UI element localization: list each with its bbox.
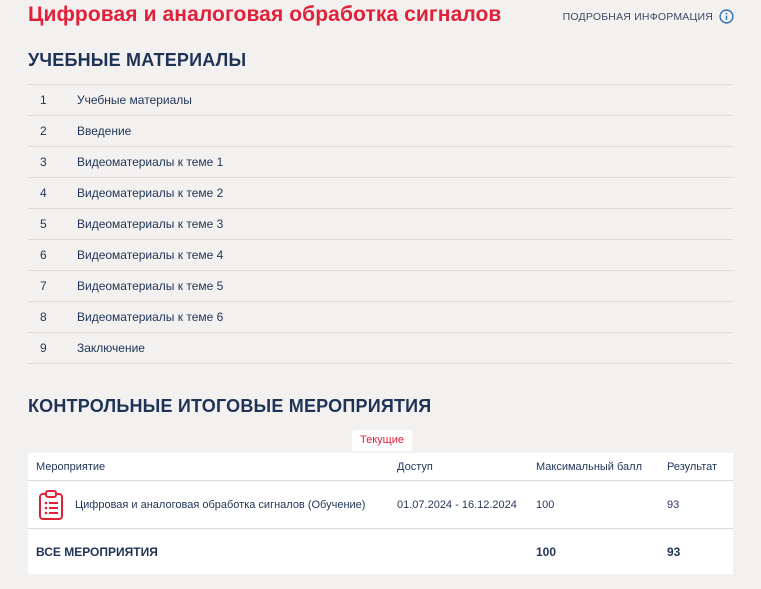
list-item: 8 Видеоматериалы к теме 6: [28, 302, 733, 333]
list-item: 4 Видеоматериалы к теме 2: [28, 178, 733, 209]
material-link[interactable]: Видеоматериалы к теме 5: [77, 279, 223, 293]
page-bottom: [28, 574, 733, 589]
totals-label: ВСЕ МЕРОПРИЯТИЯ: [36, 544, 158, 559]
totals-max-score: 100: [536, 544, 557, 559]
column-header-result: Результат: [667, 460, 718, 473]
material-link[interactable]: Заключение: [77, 341, 145, 355]
item-number: 1: [40, 93, 47, 107]
item-number: 3: [40, 155, 47, 169]
list-item: 7 Видеоматериалы к теме 5: [28, 271, 733, 302]
item-number: 9: [40, 341, 47, 355]
max-score: 100: [536, 498, 555, 511]
item-number: 6: [40, 248, 47, 262]
material-link[interactable]: Введение: [77, 124, 131, 138]
item-number: 2: [40, 124, 47, 138]
events-table: Мероприятие Доступ Максимальный балл Рез…: [28, 453, 733, 574]
table-header: Мероприятие Доступ Максимальный балл Рез…: [28, 453, 733, 481]
tab-current[interactable]: Текущие: [352, 430, 412, 451]
material-link[interactable]: Учебные материалы: [77, 93, 192, 107]
events-section-title: КОНТРОЛЬНЫЕ ИТОГОВЫЕ МЕРОПРИЯТИЯ: [28, 396, 432, 416]
result: 93: [667, 498, 680, 511]
list-item: 9 Заключение: [28, 333, 733, 364]
column-header-max-score: Максимальный балл: [536, 460, 642, 473]
list-item: 3 Видеоматериалы к теме 1: [28, 147, 733, 178]
list-item: 6 Видеоматериалы к теме 4: [28, 240, 733, 271]
item-number: 7: [40, 279, 47, 293]
info-circle-icon: [719, 9, 734, 24]
event-cell: Цифровая и аналоговая обработка сигналов…: [28, 489, 397, 520]
event-link[interactable]: Цифровая и аналоговая обработка сигналов…: [75, 499, 365, 511]
list-item: 1 Учебные материалы: [28, 85, 733, 116]
more-info-link[interactable]: ПОДРОБНАЯ ИНФОРМАЦИЯ: [563, 9, 734, 24]
list-item: 5 Видеоматериалы к теме 3: [28, 209, 733, 240]
column-header-access: Доступ: [397, 460, 433, 473]
column-header-event: Мероприятие: [36, 460, 106, 473]
material-link[interactable]: Видеоматериалы к теме 1: [77, 155, 223, 169]
materials-section-title: УЧЕБНЫЕ МАТЕРИАЛЫ: [28, 50, 247, 70]
totals-result: 93: [667, 544, 681, 559]
material-link[interactable]: Видеоматериалы к теме 4: [77, 248, 223, 262]
page-title: Цифровая и аналоговая обработка сигналов: [28, 3, 502, 26]
material-link[interactable]: Видеоматериалы к теме 3: [77, 217, 223, 231]
list-item: 2 Введение: [28, 116, 733, 147]
item-number: 5: [40, 217, 47, 231]
totals-row: ВСЕ МЕРОПРИЯТИЯ 100 93: [28, 529, 733, 574]
table-row: Цифровая и аналоговая обработка сигналов…: [28, 481, 733, 529]
materials-list: 1 Учебные материалы 2 Введение 3 Видеома…: [28, 84, 733, 364]
clipboard-checklist-icon: [39, 489, 63, 520]
item-number: 4: [40, 186, 47, 200]
material-link[interactable]: Видеоматериалы к теме 2: [77, 186, 223, 200]
access-dates: 01.07.2024 - 16.12.2024: [397, 498, 517, 511]
item-number: 8: [40, 310, 47, 324]
more-info-label: ПОДРОБНАЯ ИНФОРМАЦИЯ: [562, 10, 713, 23]
material-link[interactable]: Видеоматериалы к теме 6: [77, 310, 223, 324]
